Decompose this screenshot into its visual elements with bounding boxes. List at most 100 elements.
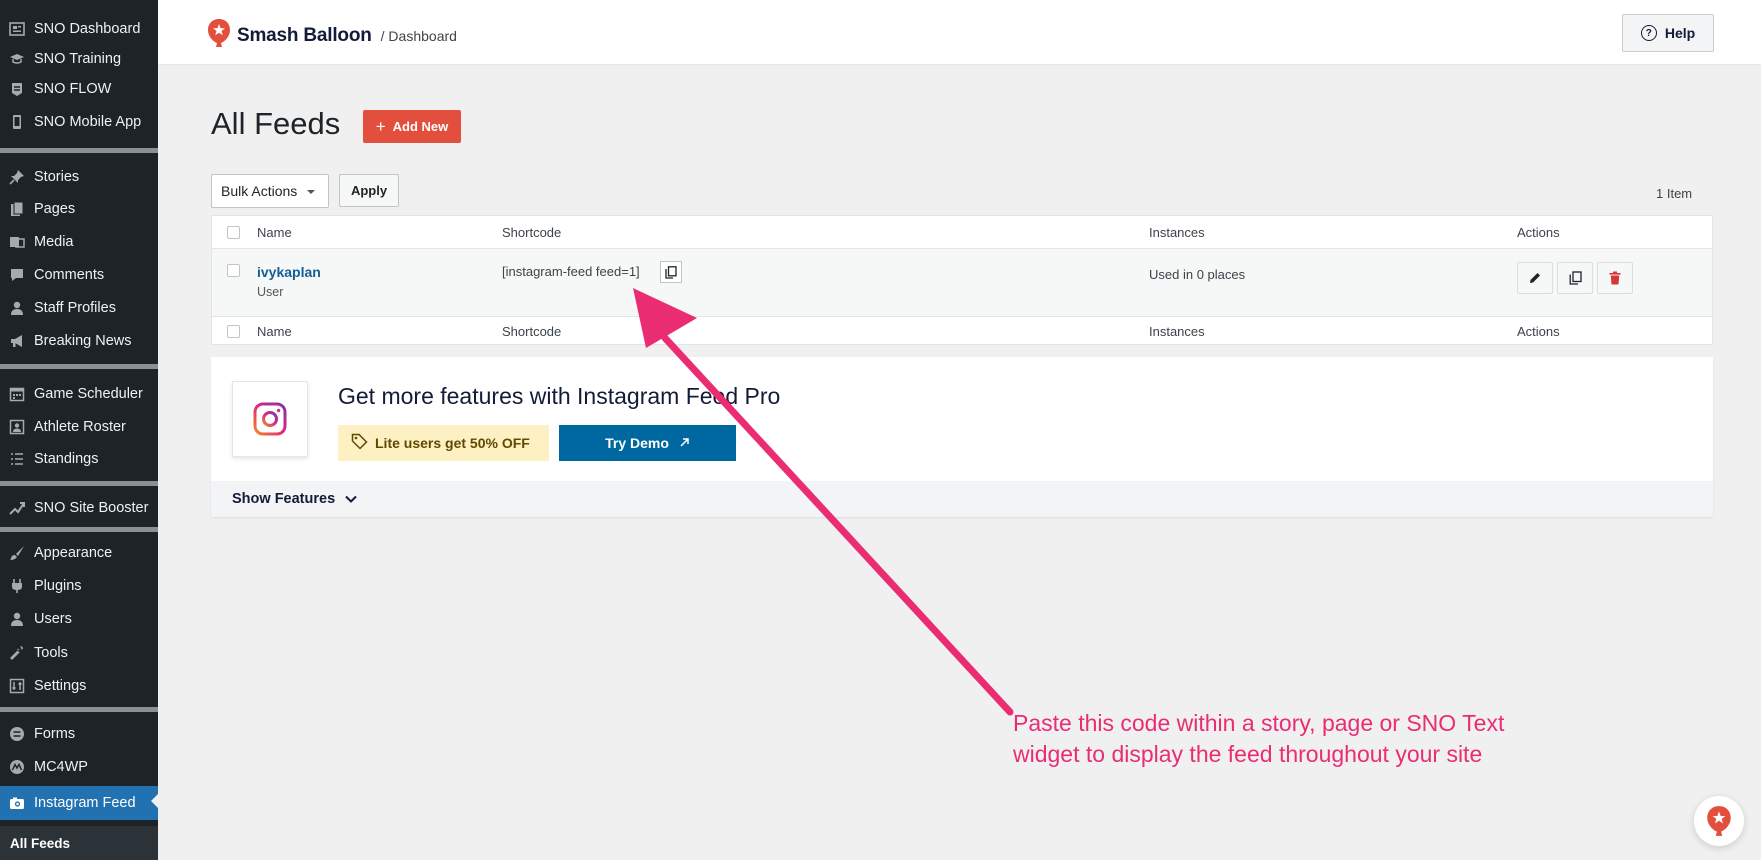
sidebar-item-sno-dashboard[interactable]: SNO Dashboard — [0, 14, 158, 44]
smash-balloon-floating-button[interactable] — [1694, 796, 1744, 846]
calendar-icon — [9, 386, 25, 402]
help-button[interactable]: ? Help — [1622, 14, 1714, 52]
wrench-icon — [9, 645, 25, 661]
copy-shortcode-button[interactable] — [660, 261, 682, 283]
sidebar-item-athlete-roster[interactable]: Athlete Roster — [0, 412, 158, 442]
add-new-button[interactable]: + Add New — [363, 110, 461, 143]
sidebar-item-label: SNO Site Booster — [34, 500, 149, 516]
smash-balloon-logo-icon — [1707, 806, 1731, 836]
duplicate-feed-button[interactable] — [1557, 262, 1593, 294]
column-header-shortcode: Shortcode — [502, 225, 562, 240]
column-header-actions: Actions — [1517, 225, 1560, 240]
pushpin-icon — [9, 169, 25, 185]
sidebar-item-forms[interactable]: Forms — [0, 719, 158, 749]
sidebar-item-comments[interactable]: Comments — [0, 260, 158, 290]
sidebar-item-sno-flow[interactable]: SNO FLOW — [0, 74, 158, 104]
tag-icon — [351, 433, 368, 453]
column-footer-shortcode: Shortcode — [502, 324, 562, 339]
sidebar-item-label: Pages — [34, 201, 76, 217]
sidebar-separator — [0, 148, 158, 153]
sidebar-item-label: Standings — [34, 451, 99, 467]
sidebar-item-game-scheduler[interactable]: Game Scheduler — [0, 379, 158, 409]
comment-icon — [9, 267, 25, 283]
discount-text: Lite users get 50% OFF — [375, 435, 530, 451]
sidebar-item-media[interactable]: Media — [0, 227, 158, 257]
sidebar-item-label: Plugins — [34, 578, 82, 594]
external-link-icon — [679, 435, 690, 451]
row-checkbox[interactable] — [227, 264, 240, 277]
bulk-actions-select[interactable]: Bulk Actions — [211, 174, 329, 208]
sidebar-item-instagram-feed[interactable]: Instagram Feed — [0, 786, 158, 820]
sidebar-item-label: Breaking News — [34, 333, 132, 349]
sidebar-item-plugins[interactable]: Plugins — [0, 571, 158, 601]
show-features-label: Show Features — [232, 491, 336, 507]
booster-icon — [9, 500, 25, 516]
sidebar-item-sno-site-booster[interactable]: SNO Site Booster — [0, 493, 158, 523]
chevron-down-icon — [307, 190, 315, 194]
sidebar-item-label: Stories — [34, 169, 80, 185]
sidebar-item-mc4wp[interactable]: MC4WP — [0, 752, 158, 782]
sidebar-item-label: Settings — [34, 678, 87, 694]
item-count: 1 Item — [1656, 186, 1693, 201]
try-demo-button[interactable]: Try Demo — [559, 425, 736, 461]
instagram-icon — [253, 402, 287, 436]
column-header-name[interactable]: Name — [257, 225, 292, 240]
sidebar-item-users[interactable]: Users — [0, 604, 158, 634]
brand-name: Smash Balloon — [237, 24, 372, 46]
forms-icon — [9, 726, 25, 742]
sidebar-item-pages[interactable]: Pages — [0, 194, 158, 224]
pro-title: Get more features with Instagram Feed Pr… — [338, 383, 781, 409]
apply-button[interactable]: Apply — [339, 174, 399, 207]
sidebar-separator — [0, 481, 158, 486]
select-all-checkbox-footer[interactable] — [227, 325, 240, 338]
dashboard-icon — [9, 21, 25, 37]
breadcrumb: / Dashboard — [380, 27, 457, 44]
sidebar-item-tools[interactable]: Tools — [0, 638, 158, 668]
page-title: All Feeds — [211, 106, 341, 141]
brand-logo: Smash Balloon / Dashboard — [207, 18, 457, 53]
flow-icon — [9, 81, 25, 97]
plugin-icon — [9, 578, 25, 594]
column-footer-name[interactable]: Name — [257, 324, 292, 339]
help-label: Help — [1664, 25, 1696, 41]
sidebar-item-label: Staff Profiles — [34, 300, 116, 316]
pages-icon — [9, 201, 25, 217]
copy-icon — [1569, 271, 1582, 285]
instagram-logo-box — [232, 381, 308, 457]
users-icon — [9, 611, 25, 627]
sidebar-item-breaking-news[interactable]: Breaking News — [0, 326, 158, 356]
sidebar-item-label: SNO Training — [34, 51, 122, 67]
bulk-actions-value: Bulk Actions — [221, 183, 298, 199]
sidebar-item-sno-training[interactable]: SNO Training — [0, 44, 158, 74]
sidebar-separator — [0, 364, 158, 369]
sidebar-item-label: SNO Dashboard — [34, 21, 141, 37]
sidebar-item-staff-profiles[interactable]: Staff Profiles — [0, 293, 158, 323]
sidebar-item-appearance[interactable]: Appearance — [0, 538, 158, 568]
sidebar-item-standings[interactable]: Standings — [0, 444, 158, 474]
table-row: ivykaplan User [instagram-feed feed=1] U… — [212, 249, 1712, 316]
sidebar-item-label: Game Scheduler — [34, 386, 143, 402]
smartphone-icon — [9, 114, 25, 130]
person-icon — [9, 300, 25, 316]
smash-balloon-logo-icon — [207, 18, 231, 53]
sidebar-subitem-all-feeds[interactable]: All Feeds — [0, 826, 158, 860]
show-features-toggle[interactable]: Show Features — [211, 481, 1713, 517]
discount-badge: Lite users get 50% OFF — [338, 425, 549, 461]
media-icon — [9, 234, 25, 250]
mc4wp-icon — [9, 759, 25, 775]
feed-name-link[interactable]: ivykaplan — [257, 264, 321, 280]
list-icon — [9, 451, 25, 467]
pro-upsell-banner: Get more features with Instagram Feed Pr… — [211, 357, 1713, 517]
sidebar-item-label: Users — [34, 611, 72, 627]
sidebar-item-sno-mobile-app[interactable]: SNO Mobile App — [0, 107, 158, 137]
sidebar-item-label: SNO Mobile App — [34, 114, 142, 130]
sidebar-item-settings[interactable]: Settings — [0, 671, 158, 701]
select-all-checkbox[interactable] — [227, 226, 240, 239]
instances-value: Used in 0 places — [1149, 267, 1246, 282]
sidebar-item-stories[interactable]: Stories — [0, 162, 158, 192]
question-circle-icon: ? — [1640, 25, 1657, 41]
plus-icon: + — [375, 117, 386, 136]
column-header-instances: Instances — [1149, 225, 1205, 240]
edit-feed-button[interactable] — [1517, 262, 1553, 294]
delete-feed-button[interactable] — [1597, 262, 1633, 294]
